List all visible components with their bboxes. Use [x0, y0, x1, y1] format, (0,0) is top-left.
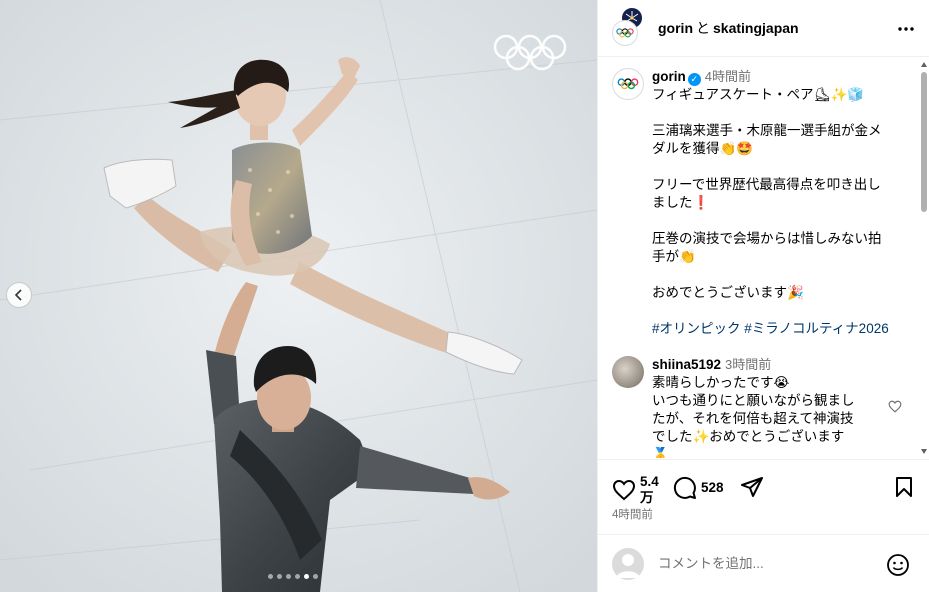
comment-body: shiina5192 3時間前 素晴らしかったです😭 いつも通りにと願いながら観ま…: [652, 356, 868, 458]
bookmark-icon[interactable]: [894, 476, 914, 498]
header-connector: と: [696, 20, 710, 36]
caption-hashtags[interactable]: #オリンピック #ミラノコルティナ2026: [652, 320, 908, 338]
caption: gorin ✓ 4時間前 フィギュアスケート・ペア⛸✨🧊 三浦璃来選手・木原龍一選手…: [598, 58, 929, 338]
comment-line: 🥇: [652, 447, 669, 458]
carousel-dot[interactable]: [286, 574, 291, 579]
more-horizontal-icon: [898, 27, 914, 31]
comment-line: でした✨おめでとうございます: [652, 429, 845, 444]
caption-line: フリーで世界歴代最高得点を叩き出し: [652, 177, 881, 192]
collab-usernames: gorin と skatingjapan: [658, 18, 799, 38]
scrollbar-thumb[interactable]: [921, 72, 927, 212]
verified-badge-icon: ✓: [687, 73, 701, 86]
olympic-rings-icon: [617, 78, 639, 90]
comment-time[interactable]: 3時間前: [725, 357, 771, 372]
comment-action: 528: [673, 476, 724, 500]
emoji-smiley-icon: [887, 554, 909, 576]
carousel-dot[interactable]: [277, 574, 282, 579]
like-count[interactable]: 5.4 万: [640, 474, 659, 506]
caption-body: gorin ✓ 4時間前 フィギュアスケート・ペア⛸✨🧊 三浦璃来選手・木原龍一選手…: [652, 68, 908, 338]
carousel-dot[interactable]: [268, 574, 273, 579]
save-action: [894, 476, 914, 498]
carousel-dot[interactable]: [313, 574, 318, 579]
caption-line: 圧巻の演技で会場からは惜しみない拍: [652, 231, 882, 246]
comment: shiina5192 3時間前 素晴らしかったです😭 いつも通りにと願いながら観ま…: [598, 338, 929, 458]
olympic-rings-icon: [616, 28, 634, 38]
carousel-dot-active[interactable]: [304, 574, 309, 579]
header-username-primary[interactable]: gorin: [658, 20, 693, 36]
like-action: 5.4 万: [612, 474, 659, 506]
previous-slide-button[interactable]: [6, 282, 32, 308]
carousel-dots: [268, 574, 318, 579]
caption-line: フィギュアスケート・ペア⛸✨🧊: [652, 87, 865, 102]
post-timestamp[interactable]: 4時間前: [612, 506, 653, 522]
carousel-dot[interactable]: [295, 574, 300, 579]
avatar-stack[interactable]: [612, 6, 644, 46]
share-send-icon[interactable]: [740, 476, 764, 498]
comment-like-button[interactable]: [888, 400, 902, 418]
emoji-button[interactable]: [886, 553, 910, 582]
header-username-secondary[interactable]: skatingjapan: [713, 20, 799, 36]
comment-input[interactable]: [658, 556, 878, 571]
comment-count[interactable]: 528: [701, 480, 724, 496]
comment-bubble-icon[interactable]: [673, 476, 697, 500]
post-side-panel: gorin と skatingjapan gorin ✓ 4時間前 フィギュアス…: [597, 0, 929, 592]
add-comment-bar: [598, 534, 929, 592]
comments-scrollbar[interactable]: [921, 62, 927, 454]
caption-line: 手が👏: [652, 249, 696, 264]
post-actions: 5.4 万 528 4時間前: [598, 459, 929, 531]
caption-time[interactable]: 4時間前: [705, 69, 751, 84]
comments-scroll-area[interactable]: gorin ✓ 4時間前 フィギュアスケート・ペア⛸✨🧊 三浦璃来選手・木原龍一選手…: [598, 58, 929, 458]
caption-line: おめでとうございます🎉: [652, 285, 804, 300]
heart-icon[interactable]: [612, 479, 636, 501]
default-user-icon: [616, 553, 640, 578]
comment-username[interactable]: shiina5192: [652, 357, 721, 372]
commenter-avatar[interactable]: [612, 356, 644, 388]
post-media[interactable]: [0, 0, 597, 592]
caption-username[interactable]: gorin: [652, 69, 686, 84]
post-header: gorin と skatingjapan: [598, 0, 929, 57]
comment-line: 素晴らしかったです😭: [652, 375, 790, 390]
caption-line: ダルを獲得👏🤩: [652, 141, 754, 156]
more-options-button[interactable]: [897, 16, 915, 37]
comment-line: いつも通りにと願いながら観まし: [652, 393, 855, 408]
caption-line: ました❗: [652, 195, 710, 210]
my-avatar[interactable]: [612, 547, 644, 580]
skating-pair-photo: [0, 0, 597, 592]
caption-avatar[interactable]: [612, 68, 644, 100]
comment-line: たが、それを何倍も超えて神演技: [652, 411, 854, 426]
share-action: [740, 476, 764, 498]
chevron-left-icon: [14, 289, 22, 301]
heart-outline-icon: [888, 400, 902, 413]
gorin-avatar[interactable]: [612, 20, 638, 46]
caption-line: 三浦璃来選手・木原龍一選手組が金メ: [652, 123, 882, 138]
